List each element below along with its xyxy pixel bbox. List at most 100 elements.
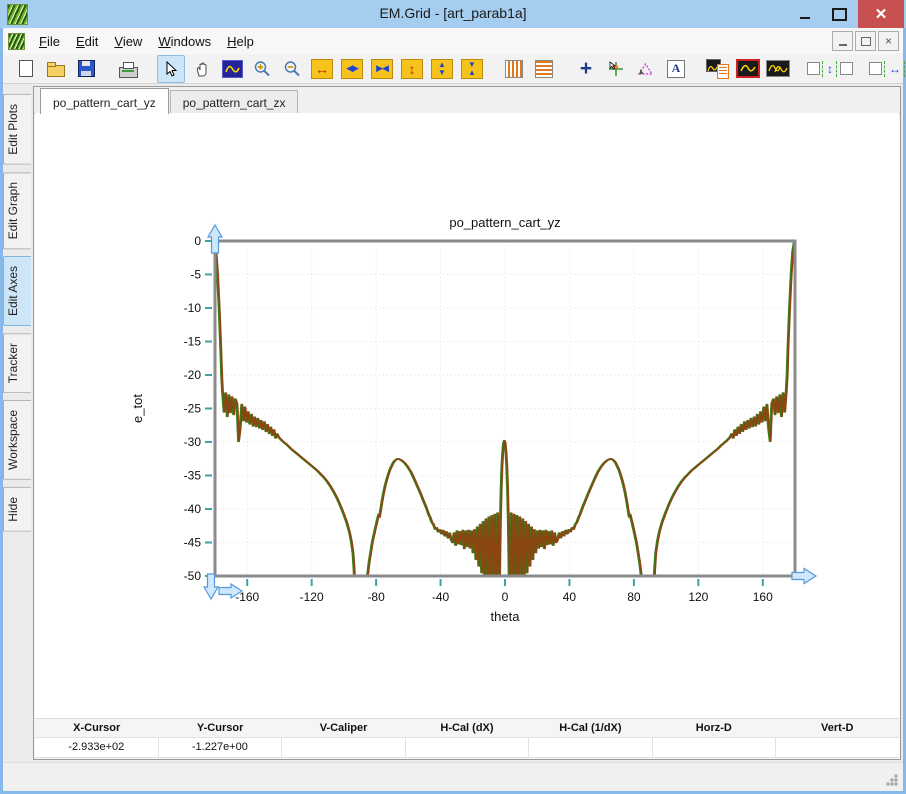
resize-grip-icon[interactable] [886,774,898,786]
crosshair-icon: + [580,59,592,79]
stretch-y-icon: ▲▼ [431,59,453,79]
sidebar-item-edit-plots[interactable]: Edit Plots [3,94,31,165]
sidebar-item-hide[interactable]: Hide [3,487,31,532]
caliper-button[interactable] [633,56,659,82]
mdi-minimize-icon [839,44,847,46]
menu-windows[interactable]: Windows [150,30,219,53]
menu-view[interactable]: View [106,30,150,53]
select-arrow-icon [163,61,179,77]
mdi-child-window: po_pattern_cart_yzpo_pattern_cart_zx 0-5… [33,86,901,760]
y-axis-handle[interactable] [208,225,222,253]
shrink-x-button[interactable]: ▶◀ [369,56,395,82]
cursor-header-y-cursor: Y-Cursor [158,719,281,737]
y-tick-label: -25 [184,402,202,416]
checkbox-icon [869,62,882,75]
h-expand-glyph: ↔ [315,62,329,76]
y-tick-label: -30 [184,435,202,449]
new-file-button[interactable] [13,56,39,82]
legend-button[interactable] [705,56,731,82]
zoom-out-icon [283,60,301,78]
x-tick-label: -40 [432,590,450,604]
tab-po-pattern-cart-yz[interactable]: po_pattern_cart_yz [40,88,169,114]
x-tick-label: -120 [300,590,324,604]
menu-file[interactable]: File [31,30,68,53]
origin-handle-down[interactable] [204,574,218,599]
zoom-out-button[interactable] [279,56,305,82]
shrink-x-icon: ▶◀ [371,59,393,79]
dash-guide-icon [836,61,838,77]
dash-guide-icon [884,61,886,77]
crosshair-button[interactable]: + [573,56,599,82]
mdi-minimize-button[interactable] [832,31,853,51]
horizontal-gridlines-button[interactable] [531,56,557,82]
print-button[interactable] [115,56,141,82]
vertical-gridlines-button[interactable] [501,56,527,82]
open-file-button[interactable] [43,56,69,82]
cursor-value-y-cursor: -1.227e+00 [158,737,282,758]
cursor-value-row: -2.933e+02-1.227e+00 [35,737,899,758]
maximize-icon [832,8,847,21]
sidebar-item-tracker[interactable]: Tracker [3,333,31,393]
expand-y-button[interactable]: ↕ [399,56,425,82]
save-button[interactable] [73,56,99,82]
tracker-button[interactable] [603,56,629,82]
expand-y-icon: ↕ [401,59,423,79]
fit-view-button[interactable] [219,56,245,82]
plot-canvas[interactable]: 0-5-10-15-20-25-30-35-40-45-50-160-120-8… [35,113,899,719]
edit-plot-button[interactable] [735,56,761,82]
stretch-y-button[interactable]: ▲▼ [429,56,455,82]
maximize-button[interactable] [824,0,854,28]
plots-multi-icon [766,60,790,77]
mdi-close-button[interactable]: × [878,31,899,51]
vertical-gridlines-icon [505,60,523,78]
expand-x-button[interactable]: ↔ [309,56,335,82]
cursor-value-vert-d [775,737,899,758]
align-horizontal-button[interactable]: ↔ [869,61,906,77]
cursor-header-row: X-CursorY-CursorV-CaliperH-Cal (dX)H-Cal… [35,718,899,737]
stretch-x-button[interactable]: ◀▶ [339,56,365,82]
edit-plots-button[interactable] [765,56,791,82]
cursor-header-h-cal-1-dx-: H-Cal (1/dX) [529,719,652,737]
v-arrow-glyph: ↕ [827,63,833,75]
text-annotation-button[interactable]: A [663,56,689,82]
cursor-header-vert-d: Vert-D [776,719,899,737]
menu-help[interactable]: Help [219,30,262,53]
series-edge [214,242,794,617]
chart[interactable]: 0-5-10-15-20-25-30-35-40-45-50-160-120-8… [35,113,899,719]
select-tool-button[interactable] [157,55,185,83]
pan-tool-button[interactable] [189,56,215,82]
legend-icon [706,59,730,79]
zoom-in-button[interactable] [249,56,275,82]
close-button[interactable]: ✕ [858,0,904,28]
y-tick-label: -40 [184,502,202,516]
expand-x-icon: ↔ [311,59,333,79]
minimize-button[interactable] [790,0,820,28]
cursor-value-h-cal-dx- [405,737,529,758]
v-expand-glyph: ↕ [409,62,416,76]
sidebar-item-edit-axes[interactable]: Edit Axes [3,256,31,326]
letter-a-glyph: A [672,61,681,76]
minimize-icon [800,17,810,19]
sidebar-item-workspace[interactable]: Workspace [3,400,31,480]
sidebar-item-edit-graph[interactable]: Edit Graph [3,172,31,249]
h-arrow-glyph: ↔ [889,63,901,75]
y-tick-label: -10 [184,301,202,315]
y-tick-label: -35 [184,469,202,483]
tab-po-pattern-cart-zx[interactable]: po_pattern_cart_zx [170,90,299,114]
align-vertical-button[interactable]: ↕ [807,61,853,77]
work-area: Edit Plots Edit Graph Edit Axes Tracker Work… [3,84,903,763]
caliper-icon [637,61,655,77]
checkbox-icon [840,62,853,75]
cursor-value-v-caliper [281,737,405,758]
pan-hand-icon [194,61,210,77]
fit-view-icon [222,60,243,78]
menu-edit[interactable]: Edit [68,30,106,53]
title-bar[interactable]: EM.Grid - [art_parab1a] ✕ [0,0,906,28]
shrink-y-button[interactable]: ▼▲ [459,56,485,82]
mdi-restore-icon [861,37,871,46]
y-tick-label: -45 [184,536,202,550]
open-folder-icon [47,65,65,77]
zoom-in-icon [253,60,271,78]
mdi-restore-button[interactable] [855,31,876,51]
tri-right-glyph: ▶ [352,64,358,73]
